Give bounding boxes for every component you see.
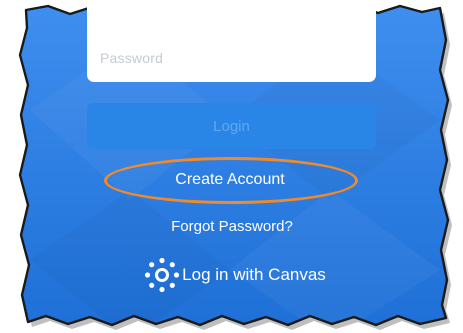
password-field[interactable]: Password: [87, 0, 376, 82]
canvas-login-label: Log in with Canvas: [182, 265, 326, 284]
forgot-password-label: Forgot Password?: [171, 217, 293, 235]
login-button[interactable]: Login: [87, 103, 376, 149]
login-button-label: Login: [213, 117, 250, 135]
create-account-link[interactable]: Create Account: [100, 158, 360, 202]
password-placeholder: Password: [100, 50, 164, 66]
canvas-logo-icon: [145, 257, 180, 293]
login-screen: Password Login Create Account Forgot Pas…: [0, 0, 463, 333]
create-account-label: Create Account: [175, 171, 285, 188]
canvas-login-link[interactable]: Log in with Canvas: [115, 255, 355, 295]
forgot-password-link[interactable]: Forgot Password?: [120, 214, 344, 238]
